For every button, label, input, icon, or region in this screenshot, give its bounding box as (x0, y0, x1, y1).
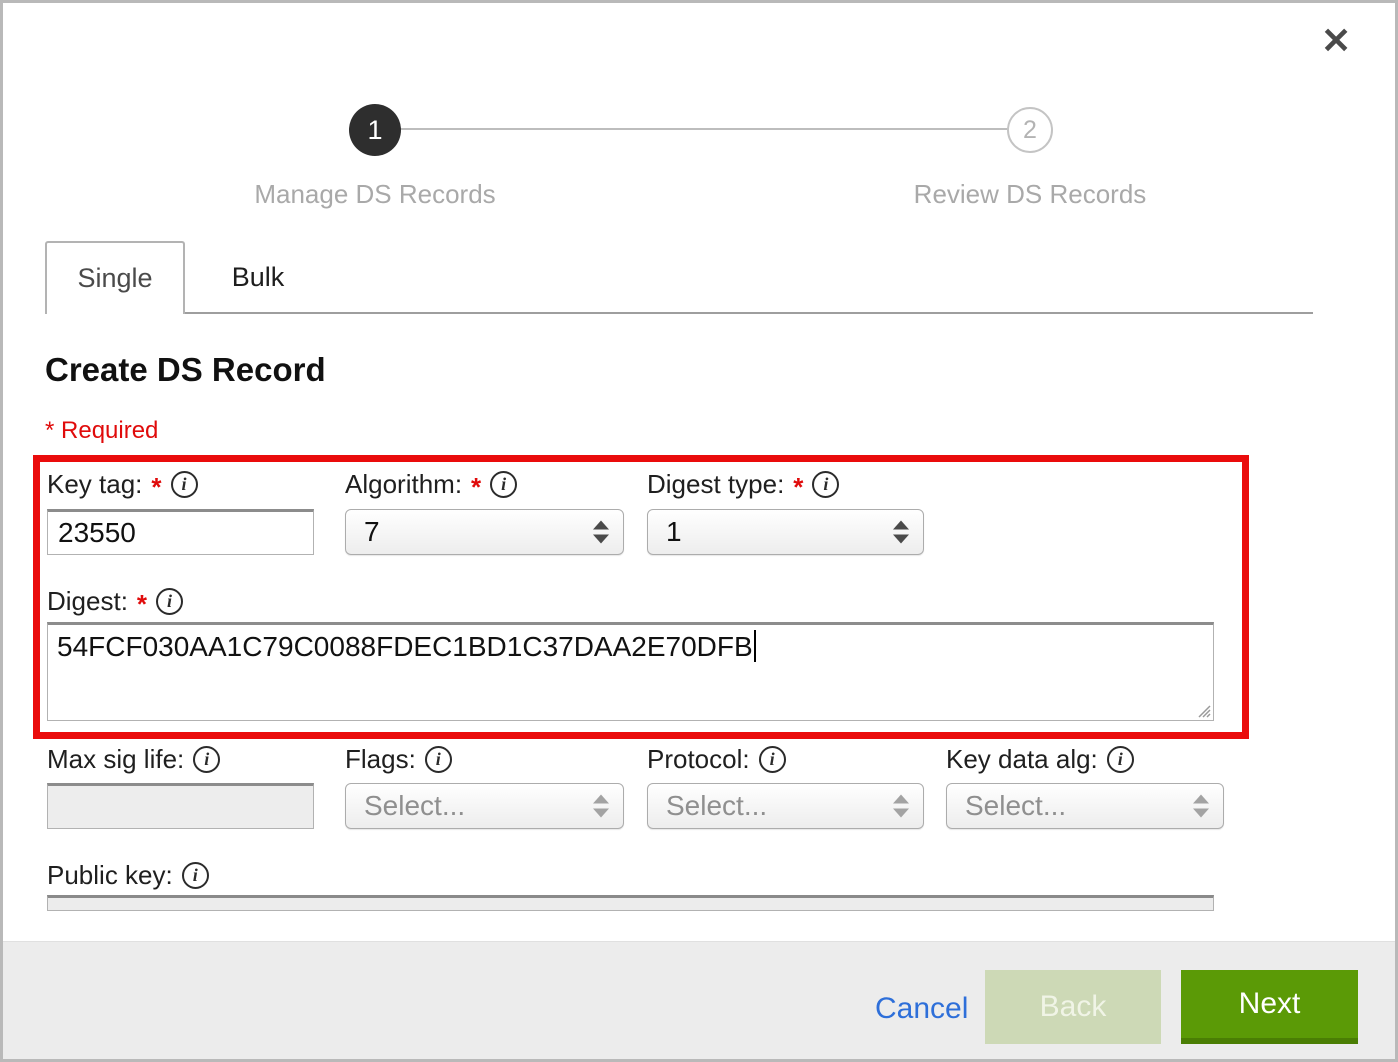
digest-type-select-value: 1 (666, 516, 682, 548)
stepper-step-1-circle: 1 (349, 104, 401, 156)
flags-label: Flags: i (345, 744, 452, 774)
algorithm-select-value: 7 (364, 516, 380, 548)
key-tag-label: Key tag: * i (47, 469, 198, 499)
algorithm-label-text: Algorithm: (345, 469, 462, 500)
info-icon[interactable]: i (759, 746, 786, 773)
stepper-step-1-label: Manage DS Records (165, 179, 585, 210)
digest-value: 54FCF030AA1C79C0088FDEC1BD1C37DAA2E70DFB (57, 631, 753, 662)
modal-footer: Cancel Back Next (3, 941, 1395, 1059)
digest-type-label: Digest type: * i (647, 469, 839, 499)
flags-label-text: Flags: (345, 744, 416, 775)
required-asterisk: * (151, 472, 161, 503)
key-data-alg-label: Key data alg: i (946, 744, 1134, 774)
algorithm-label: Algorithm: * i (345, 469, 517, 499)
back-button[interactable]: Back (985, 970, 1161, 1044)
create-ds-record-modal: ✕ 1 2 Manage DS Records Review DS Record… (0, 0, 1398, 1062)
algorithm-select[interactable]: 7 (345, 509, 624, 555)
info-icon[interactable]: i (156, 588, 183, 615)
required-asterisk: * (471, 472, 481, 503)
resize-grip-icon[interactable] (1195, 702, 1211, 718)
max-sig-life-input[interactable] (47, 783, 314, 829)
key-data-alg-select-value: Select... (965, 790, 1066, 822)
text-caret (754, 630, 756, 662)
digest-type-select[interactable]: 1 (647, 509, 924, 555)
cancel-link[interactable]: Cancel (875, 992, 968, 1026)
public-key-label: Public key: i (47, 860, 209, 890)
tab-bulk[interactable]: Bulk (185, 241, 331, 314)
info-icon[interactable]: i (1107, 746, 1134, 773)
flags-select[interactable]: Select... (345, 783, 624, 829)
key-data-alg-label-text: Key data alg: (946, 744, 1098, 775)
next-button[interactable]: Next (1181, 970, 1358, 1044)
protocol-label-text: Protocol: (647, 744, 750, 775)
close-icon[interactable]: ✕ (1321, 23, 1351, 59)
public-key-textarea[interactable] (47, 895, 1214, 911)
protocol-select-value: Select... (666, 790, 767, 822)
key-tag-label-text: Key tag: (47, 469, 142, 500)
stepper-step-2-label: Review DS Records (820, 179, 1240, 210)
info-icon[interactable]: i (490, 471, 517, 498)
info-icon[interactable]: i (182, 862, 209, 889)
select-arrows-icon (893, 521, 909, 544)
public-key-label-text: Public key: (47, 860, 173, 891)
key-data-alg-select[interactable]: Select... (946, 783, 1224, 829)
page-title: Create DS Record (45, 351, 326, 389)
digest-label: Digest: * i (47, 586, 183, 616)
protocol-label: Protocol: i (647, 744, 786, 774)
digest-label-text: Digest: (47, 586, 128, 617)
max-sig-life-label-text: Max sig life: (47, 744, 184, 775)
stepper-connector-line (399, 128, 1011, 130)
tab-underline (183, 312, 1313, 314)
flags-select-value: Select... (364, 790, 465, 822)
digest-textarea[interactable]: 54FCF030AA1C79C0088FDEC1BD1C37DAA2E70DFB (47, 622, 1214, 721)
info-icon[interactable]: i (425, 746, 452, 773)
max-sig-life-label: Max sig life: i (47, 744, 220, 774)
select-arrows-icon (593, 521, 609, 544)
key-tag-input[interactable] (47, 509, 314, 555)
select-arrows-icon (593, 795, 609, 818)
protocol-select[interactable]: Select... (647, 783, 924, 829)
select-arrows-icon (893, 795, 909, 818)
select-arrows-icon (1193, 795, 1209, 818)
required-asterisk: * (137, 589, 147, 620)
tab-single[interactable]: Single (45, 241, 185, 314)
required-note: * Required (45, 417, 158, 445)
stepper-step-2-circle: 2 (1007, 107, 1053, 153)
info-icon[interactable]: i (193, 746, 220, 773)
info-icon[interactable]: i (171, 471, 198, 498)
required-asterisk: * (793, 472, 803, 503)
info-icon[interactable]: i (812, 471, 839, 498)
digest-type-label-text: Digest type: (647, 469, 784, 500)
